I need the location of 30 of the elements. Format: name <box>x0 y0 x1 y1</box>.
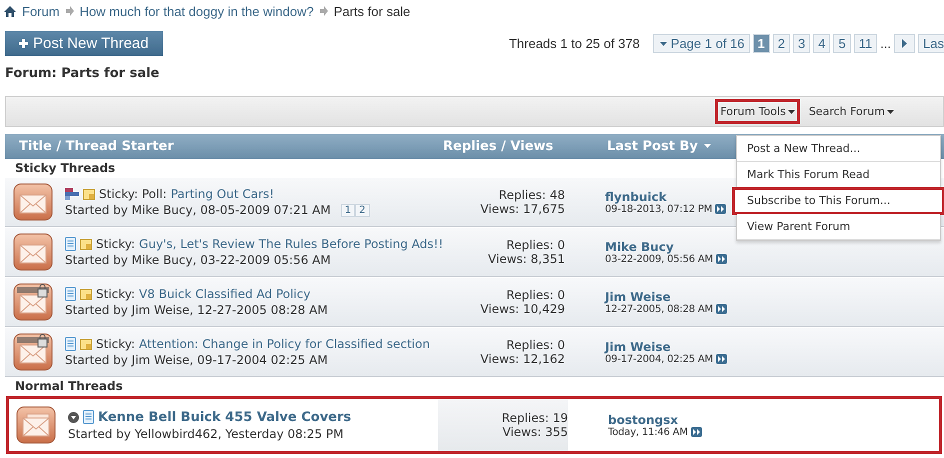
ellipsis: ... <box>880 36 892 51</box>
replies-count: Replies: 19 <box>502 411 568 425</box>
forum-title: Forum: Parts for sale <box>5 66 160 81</box>
last-post-date: 09-18-2013, 07:12 PM <box>605 204 712 214</box>
last-post-date: 03-22-2009, 05:56 AM <box>605 254 713 264</box>
thread-starter: Started by Yellowbird462, Yesterday 08:25 PM <box>68 426 344 440</box>
views-count: Views: 8,351 <box>488 252 565 266</box>
last-post-date: Today, 11:46 AM <box>608 426 688 438</box>
thread-count: Threads 1 to 25 of 378 <box>508 36 640 51</box>
views-count: Views: 10,429 <box>480 302 565 316</box>
thread-prefix: Sticky: <box>96 287 136 301</box>
thread-starter: Started by Mike Bucy, 03-22-2009 05:56 AM <box>65 253 331 267</box>
replies-count: Replies: 48 <box>498 188 565 202</box>
current-page: Parts for sale <box>334 4 410 18</box>
thread-starter: Started by Mike Bucy, 08-05-2009 07:21 AM <box>65 203 331 217</box>
section-header: Normal Threads <box>14 378 124 395</box>
replies-count: Replies: 0 <box>506 238 565 252</box>
thread-prefix: Sticky: <box>96 237 136 251</box>
replies-count: Replies: 0 <box>506 288 565 302</box>
thread-prefix: Sticky: Poll: <box>99 187 167 201</box>
views-count: Views: 12,162 <box>480 352 565 366</box>
last-post-date: 12-27-2005, 08:28 AM <box>605 304 713 314</box>
section-header: Sticky Threads <box>14 160 116 177</box>
thread-starter: Started by Jim Weise, 09-17-2004 02:25 AM <box>65 353 328 367</box>
thread-starter: Started by Jim Weise, 12-27-2005 08:28 AM <box>65 303 328 317</box>
views-count: Views: 17,675 <box>480 202 565 216</box>
thread-prefix: Sticky: <box>96 337 136 351</box>
last-post-date: 09-17-2004, 02:25 AM <box>605 354 713 364</box>
views-count: Views: 355 <box>502 425 568 439</box>
replies-count: Replies: 0 <box>506 338 565 352</box>
